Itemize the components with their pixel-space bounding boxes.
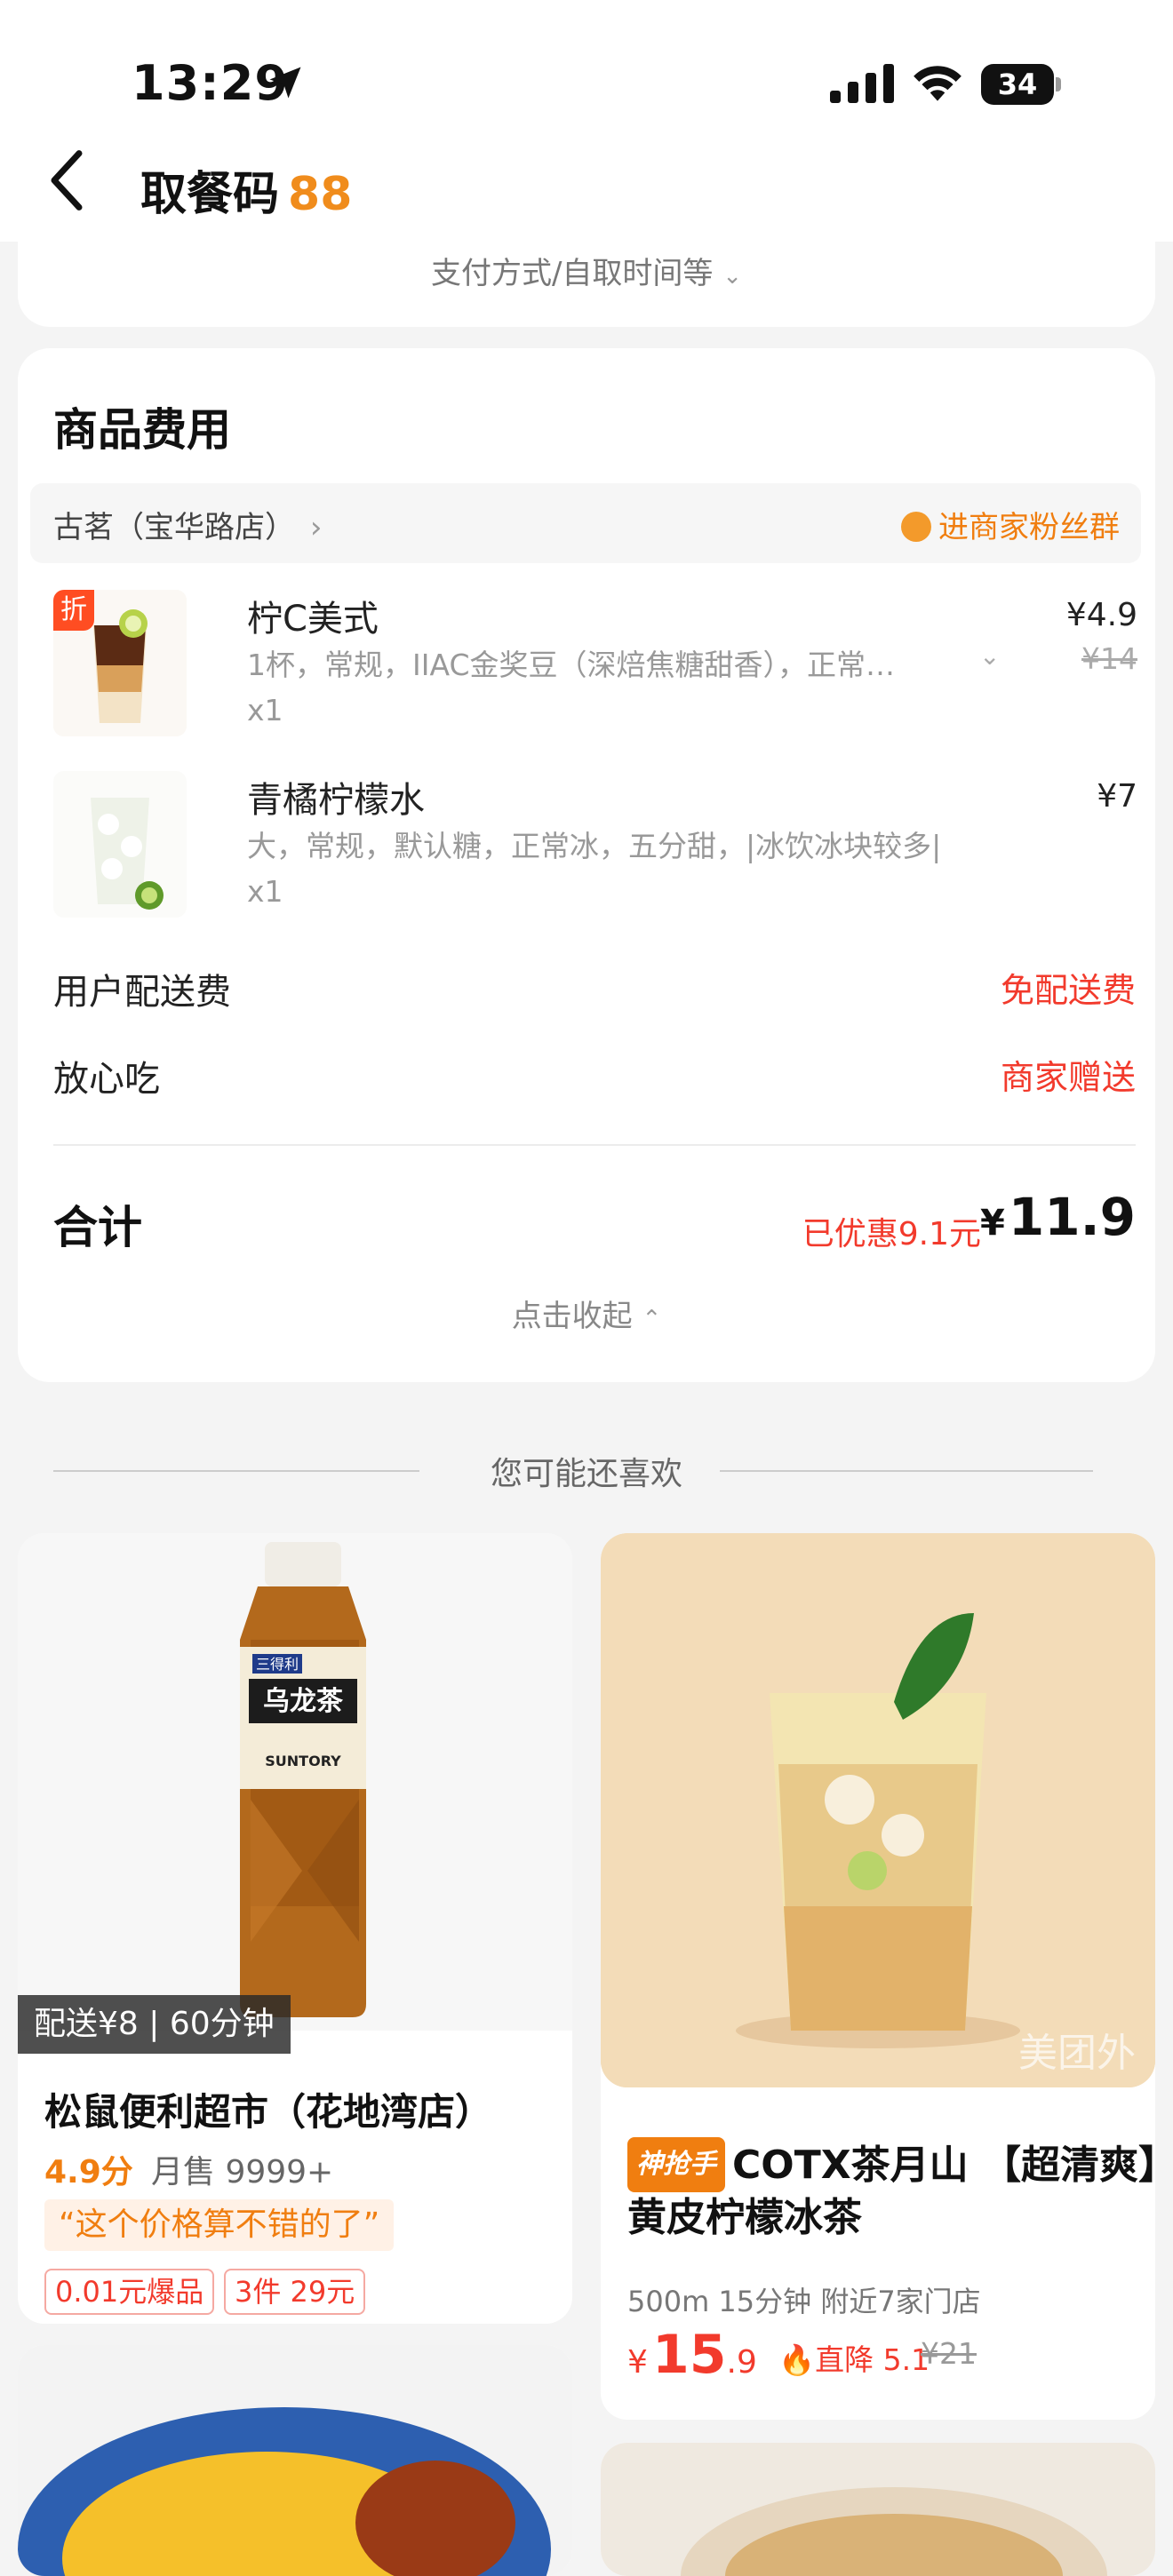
total-currency: ¥ <box>980 1203 1005 1244</box>
total-label: 合计 <box>53 1202 142 1253</box>
recommend-card[interactable]: 美团外 神抢手 COTX茶月山 【超清爽】黄皮柠檬冰茶 500m 15分钟 附近7… <box>601 1533 1155 2420</box>
delivery-tag: 配送¥8 | 60分钟 <box>18 1995 291 2054</box>
item-price: ¥7 <box>1097 778 1137 815</box>
bottle-brand-text: 三得利 <box>256 1656 299 1673</box>
divider <box>53 1144 1136 1146</box>
chevron-up-icon: ⌃ <box>642 1306 662 1332</box>
chevron-down-icon: ⌄ <box>722 263 743 290</box>
saved-amount: 已优惠9.1元 <box>802 1216 981 1252</box>
safety-value: 商家赠送 <box>1000 1058 1136 1097</box>
delivery-fee-value: 免配送费 <box>1000 971 1136 1010</box>
rating: 4.9分 <box>44 2154 133 2190</box>
battery-level: 34 <box>997 68 1038 101</box>
recommend-card[interactable] <box>601 2443 1155 2576</box>
old-price: ¥21 <box>921 2336 977 2371</box>
price-currency: ¥ <box>627 2344 648 2381</box>
chat-bubble-icon <box>901 512 931 542</box>
price-integer: 15 <box>652 2324 727 2386</box>
review-quote: “这个价格算不错的了” <box>44 2199 395 2251</box>
order-item: 折 柠C美式 1杯，常规，IIAC金奖豆（深焙焦糖甜香），正常… ⌄ x1 ¥4… <box>53 590 1137 750</box>
chevron-right-icon: › <box>309 510 323 545</box>
store-name-text: 古茗（宝华路店） <box>53 510 295 545</box>
order-item: 青橘柠檬水 大，常规，默认糖，正常冰，五分甜，|冰饮冰块较多| x1 ¥7 <box>53 771 1137 931</box>
item-name: 青橘柠檬水 <box>247 780 425 821</box>
wifi-icon <box>914 66 962 101</box>
collapse-button[interactable]: 点击收起 ⌃ <box>18 1292 1155 1335</box>
product-title: 神抢手 COTX茶月山 【超清爽】黄皮柠檬冰茶 <box>627 2137 1155 2244</box>
section-title: 商品费用 <box>53 404 231 456</box>
fried-rice-image <box>18 2345 572 2576</box>
product-price: ¥ 15.9 <box>627 2324 757 2386</box>
expand-chevron-icon[interactable]: ⌄ <box>979 641 1000 671</box>
order-detail-card: 商品费用 古茗（宝华路店） › 进商家粉丝群 折 柠C美式 1杯，常规，IIAC… <box>18 348 1155 1382</box>
item-name: 柠C美式 <box>247 599 379 640</box>
item-original-price: ¥14 <box>1081 641 1137 676</box>
page-title-text: 取餐码 <box>140 168 280 221</box>
product-image: 三得利 乌龙茶 SUNTORY <box>18 1533 572 2031</box>
top-bar: 13:29 34 取餐码 88 <box>0 0 1173 242</box>
payment-info-toggle[interactable]: 支付方式/自取时间等 ⌄ <box>18 249 1155 292</box>
monthly-sales: 月售 9999+ <box>151 2154 334 2190</box>
product-image: 折 <box>53 590 187 736</box>
price-decimal: .9 <box>726 2344 757 2381</box>
status-time: 13:29 <box>132 55 289 111</box>
total-value: 11.9 <box>1008 1187 1136 1247</box>
lemon-water-image <box>53 771 187 918</box>
price-drop: 🔥直降 5.1 <box>778 2336 930 2379</box>
item-desc: 大，常规，默认糖，正常冰，五分甜，|冰饮冰块较多| <box>247 829 942 863</box>
fan-group-label: 进商家粉丝群 <box>938 510 1120 545</box>
fan-group-link[interactable]: 进商家粉丝群 <box>901 503 1120 546</box>
price-drop-text: 直降 5.1 <box>815 2342 930 2377</box>
battery-icon: 34 <box>981 64 1063 105</box>
promo-chip: 3件 29元 <box>224 2269 366 2315</box>
page-title: 取餐码 88 <box>140 156 352 223</box>
product-image: 美团外 <box>601 1533 1155 2087</box>
brand-tag: 神抢手 <box>627 2137 725 2192</box>
recommend-card[interactable] <box>18 2345 572 2576</box>
total-amount: ¥11.9 <box>980 1187 1136 1247</box>
product-image <box>53 771 187 918</box>
payment-info-label: 支付方式/自取时间等 <box>430 256 714 291</box>
delivery-fee-label: 用户配送费 <box>53 972 231 1013</box>
store-bar[interactable]: 古茗（宝华路店） › 进商家粉丝群 <box>30 483 1141 563</box>
item-desc: 1杯，常规，IIAC金奖豆（深焙焦糖甜香），正常… <box>247 648 895 682</box>
payment-info-card[interactable]: 支付方式/自取时间等 ⌄ <box>18 222 1155 327</box>
lemon-iced-tea-image: 美团外 <box>601 1533 1155 2087</box>
recommend-card[interactable]: 三得利 乌龙茶 SUNTORY 配送¥8 | 60分钟 松鼠便利超市（花地湾店）… <box>18 1533 572 2324</box>
item-qty: x1 <box>247 874 283 909</box>
collapse-label: 点击收起 <box>511 1299 633 1334</box>
flame-icon: 🔥 <box>778 2342 816 2377</box>
oolong-tea-bottle-image: 三得利 乌龙茶 SUNTORY <box>18 1533 572 2031</box>
promo-chip: 0.01元爆品 <box>44 2269 215 2315</box>
product-meta: 500m 15分钟 附近7家门店 <box>627 2285 981 2318</box>
divider-line-right <box>720 1470 1093 1472</box>
item-price: ¥4.9 <box>1065 597 1137 633</box>
discount-tag: 折 <box>53 590 94 631</box>
store-name: 松鼠便利超市（花地湾店） <box>44 2090 493 2134</box>
location-arrow-icon <box>269 67 301 99</box>
noodle-bowl-image <box>601 2443 1155 2576</box>
bottle-name-text: 乌龙茶 <box>263 1686 344 1717</box>
item-qty: x1 <box>247 693 283 727</box>
back-arrow-icon[interactable] <box>44 149 89 211</box>
safety-label: 放心吃 <box>53 1059 160 1100</box>
watermark-text: 美团外 <box>1018 2031 1136 2076</box>
cellular-signal-icon <box>830 64 894 103</box>
pickup-code: 88 <box>288 168 353 221</box>
store-name[interactable]: 古茗（宝华路店） › <box>53 503 322 546</box>
bottle-maker-text: SUNTORY <box>265 1753 341 1769</box>
